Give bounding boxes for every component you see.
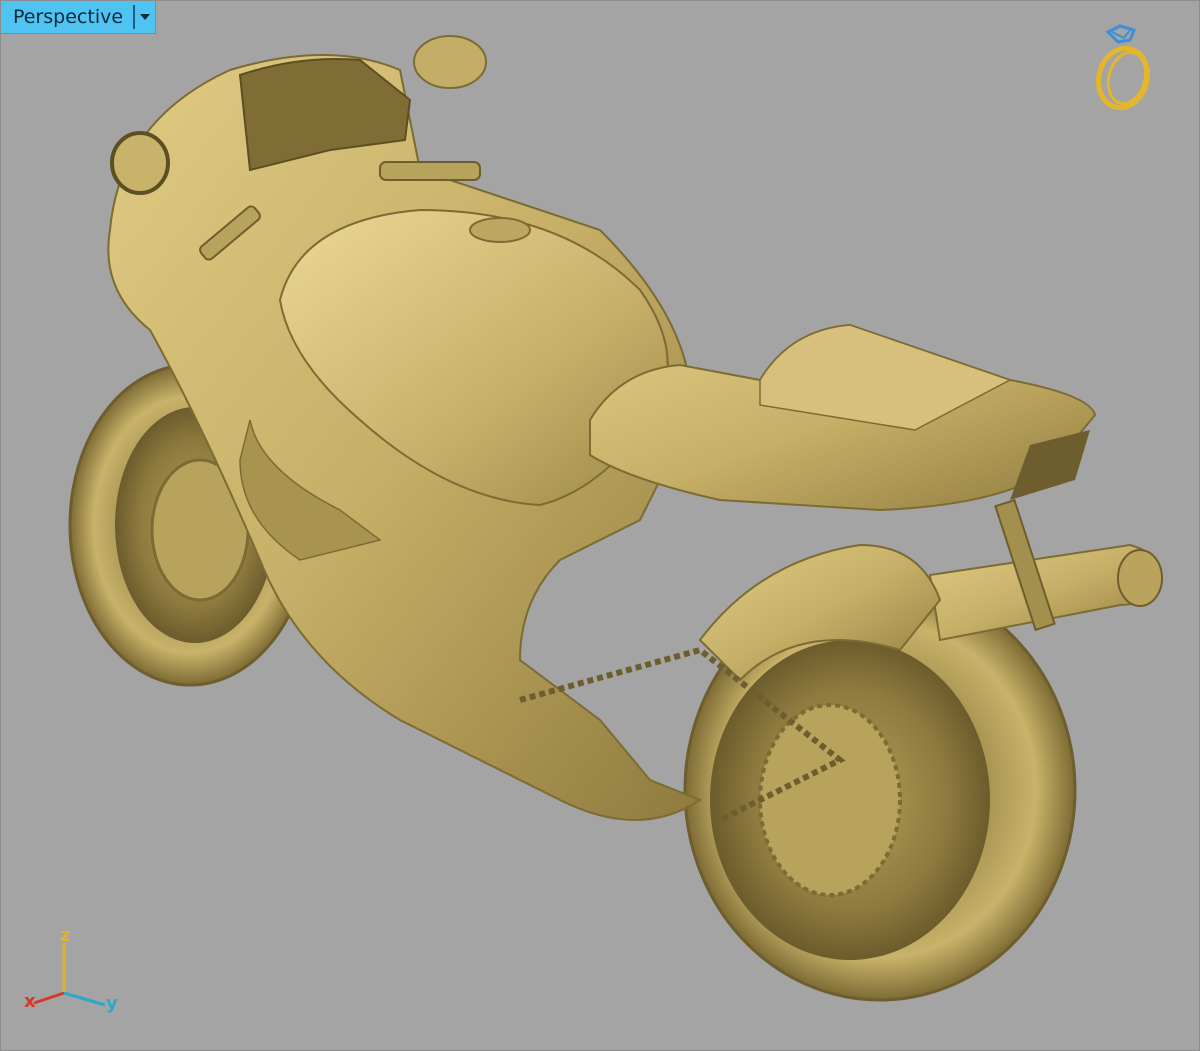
triangle-down-icon [140, 14, 151, 20]
ring-icon [1096, 24, 1150, 111]
viewport-menu-button[interactable] [135, 1, 155, 33]
axis-x-label: x [24, 991, 36, 1012]
axis-gizmo: z x y [20, 925, 130, 1025]
viewport-name[interactable]: Perspective [1, 1, 133, 33]
axis-y-label: y [106, 993, 118, 1014]
viewport-title-tab[interactable]: Perspective [0, 0, 157, 34]
motorcycle-model[interactable] [0, 0, 1200, 1051]
viewport-perspective[interactable]: z x y Perspective [0, 0, 1200, 1051]
axis-z-label: z [60, 925, 71, 946]
